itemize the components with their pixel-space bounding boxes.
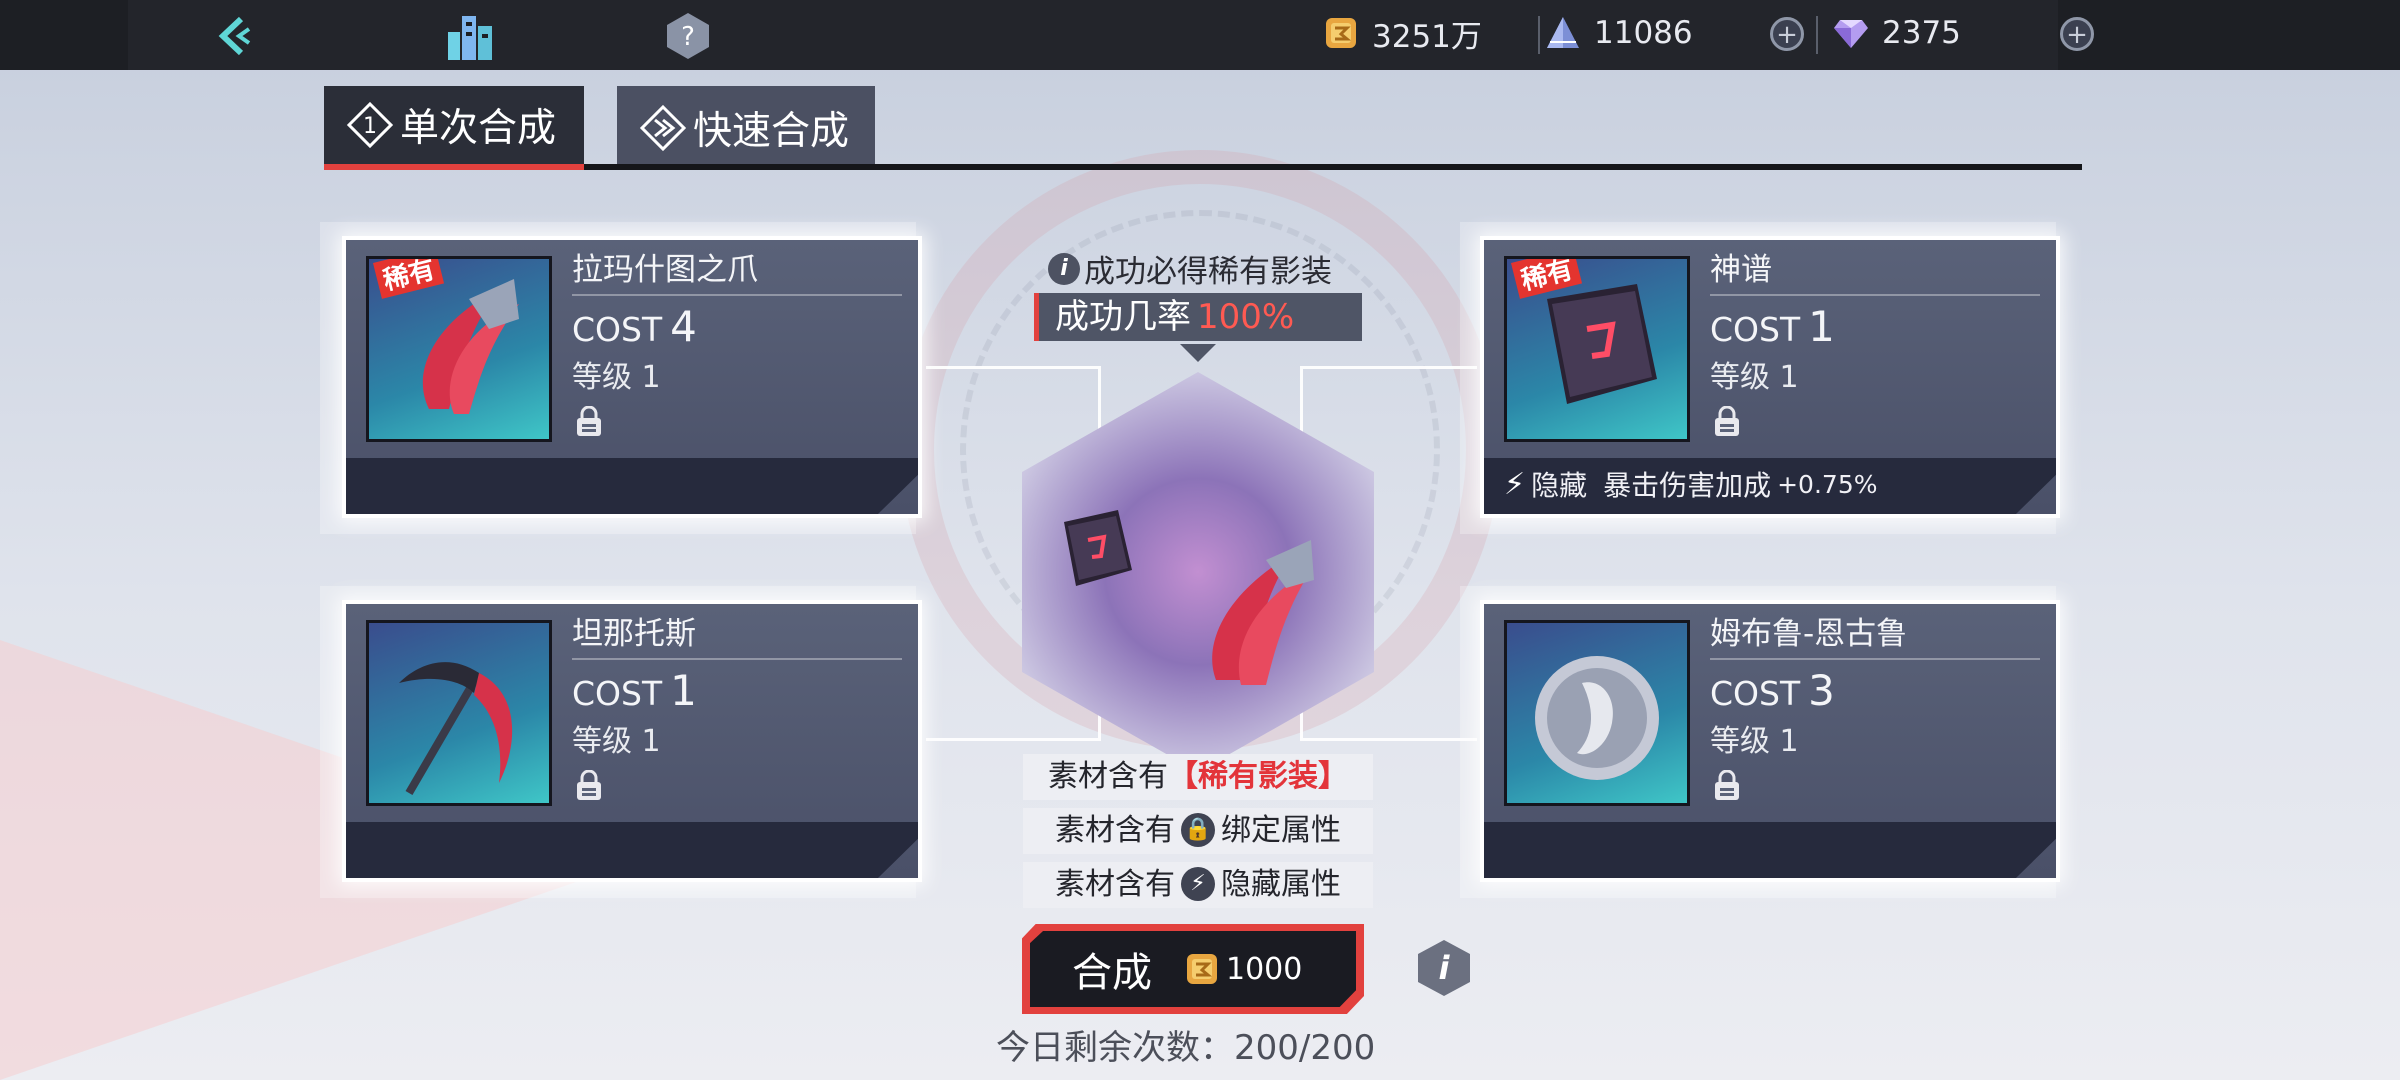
item-cost: COST 1 [572,666,697,715]
card-footer [1484,822,2056,878]
separator [1538,16,1540,54]
item-level: 等级 1 [1710,360,1799,395]
item-name: 坦那托斯 [572,612,902,660]
success-rate: 成功几率 100% [1034,293,1362,341]
synthesize-label: 合成 [1072,950,1152,996]
crystal-resource: 11086 [1544,10,1693,56]
cost-value: 4 [670,302,697,351]
book-icon [1064,510,1132,586]
rare-highlight: 【稀有影装】 [1168,759,1348,794]
material-card-thanatos[interactable]: 坦那托斯 COST 1 等级 1 [342,600,922,882]
synthesize-button[interactable]: 合成 1000 [1030,931,1356,1007]
gold-coin-icon [1322,14,1360,52]
item-name: 姆布鲁-恩古鲁 [1710,612,2040,660]
top-bar-inner [128,0,2058,70]
item-level: 等级 1 [572,360,661,395]
scythe-weapon-icon [399,662,513,796]
medallion-icon [1535,656,1659,780]
add-diamond-button[interactable]: + [2060,17,2094,51]
tab-underline [584,164,2082,170]
success-note: i 成功必得稀有影装 [1048,246,1332,291]
synthesize-cost: 1000 [1226,951,1303,987]
item-cost: COST 1 [1710,302,1835,351]
lightning-icon: ⚡ [1181,866,1215,901]
hidden-desc: 暴击伤害加成 [1603,469,1772,502]
tab-single-synthesis[interactable]: 1 单次合成 [324,86,584,170]
cost-label: COST [572,310,663,349]
help-question-icon: ? [667,13,709,59]
top-bar: ? 3251万 11086 + 2375 + [0,0,2400,70]
material-text: 绑定属性 [1221,813,1341,848]
item-name: 拉玛什图之爪 [572,248,902,296]
success-note-text: 成功必得稀有影装 [1084,254,1332,290]
cost-value: 1 [670,666,697,715]
item-level: 等级 1 [1710,724,1799,759]
svg-text:?: ? [681,22,695,52]
lightning-icon: ⚡ [1504,466,1526,502]
item-thumbnail: 稀有 [1504,256,1690,442]
hidden-label: 隐藏 [1531,469,1588,502]
lock-icon [1715,406,1739,436]
item-level: 等级 1 [572,724,661,759]
remaining-attempts: 今日剩余次数：200/200 [996,1028,1376,1068]
item-thumbnail: 稀有 [366,256,552,442]
add-crystal-button[interactable]: + [1770,17,1804,51]
item-thumbnail [1504,620,1690,806]
material-bound-notice: 素材含有 🔒 绑定属性 [1023,808,1373,854]
svg-text:1: 1 [363,114,377,139]
card-footer [346,458,918,514]
item-cost: COST 4 [572,302,697,351]
item-thumbnail [366,620,552,806]
lock-icon [577,406,601,436]
building-icon [448,16,492,60]
diamond-amount: 2375 [1882,15,1961,51]
gold-coin-icon [1187,954,1217,984]
item-name: 神谱 [1710,248,2040,296]
rate-label: 成功几率 [1055,297,1191,337]
card-footer [346,822,918,878]
back-button[interactable] [206,8,262,64]
info-button[interactable]: i [1418,940,1470,996]
cost-value: 1 [1808,302,1835,351]
quick-synthesis-icon [639,104,687,152]
back-arrow-icon [218,16,251,56]
down-pointer-icon [1180,344,1216,362]
separator [1816,16,1818,54]
single-synthesis-icon: 1 [346,101,394,149]
diamond-resource: 2375 [1832,10,1961,56]
diamond-icon [1832,14,1870,52]
material-hidden-notice: 素材含有 ⚡ 隐藏属性 [1023,862,1373,908]
tab-label: 快速合成 [693,109,850,154]
claw-weapon-icon [1212,540,1314,685]
hidden-attribute: ⚡ 隐藏 暴击伤害加成 +0.75% [1504,464,1877,504]
rate-value: 100% [1197,297,1295,337]
item-cost: COST 3 [1710,666,1835,715]
material-rare-notice: 素材含有【稀有影装】 [1023,754,1373,800]
material-prefix: 素材含有 [1055,813,1175,848]
home-button[interactable] [442,8,498,64]
cost-label: COST [572,674,663,713]
tab-quick-synthesis[interactable]: 快速合成 [617,86,875,170]
material-prefix: 素材含有 [1055,867,1175,902]
material-text: 隐藏属性 [1221,867,1341,902]
hidden-value: +0.75% [1777,469,1878,499]
lock-icon [1715,770,1739,800]
gold-amount: 3251万 [1372,18,1482,55]
crystal-amount: 11086 [1594,15,1693,51]
material-card-divine-score[interactable]: 稀有 神谱 COST 1 等级 1 ⚡ 隐藏 暴击伤害加成 +0.75% [1480,236,2060,518]
info-icon: i [1048,252,1080,285]
cost-value: 3 [1808,666,1835,715]
cost-label: COST [1710,310,1801,349]
lock-icon [577,770,601,800]
material-card-lamashtu-claw[interactable]: 稀有 拉玛什图之爪 COST 4 等级 1 [342,236,922,518]
lock-icon: 🔒 [1181,812,1215,847]
tab-label: 单次合成 [400,106,557,151]
cost-label: COST [1710,674,1801,713]
help-button[interactable]: ? [660,8,716,64]
material-card-mbulu-ngulu[interactable]: 姆布鲁-恩古鲁 COST 3 等级 1 [1480,600,2060,882]
crystal-pyramid-icon [1544,14,1582,52]
material-prefix: 素材含有 [1048,759,1168,794]
gold-resource: 3251万 [1322,10,1482,56]
